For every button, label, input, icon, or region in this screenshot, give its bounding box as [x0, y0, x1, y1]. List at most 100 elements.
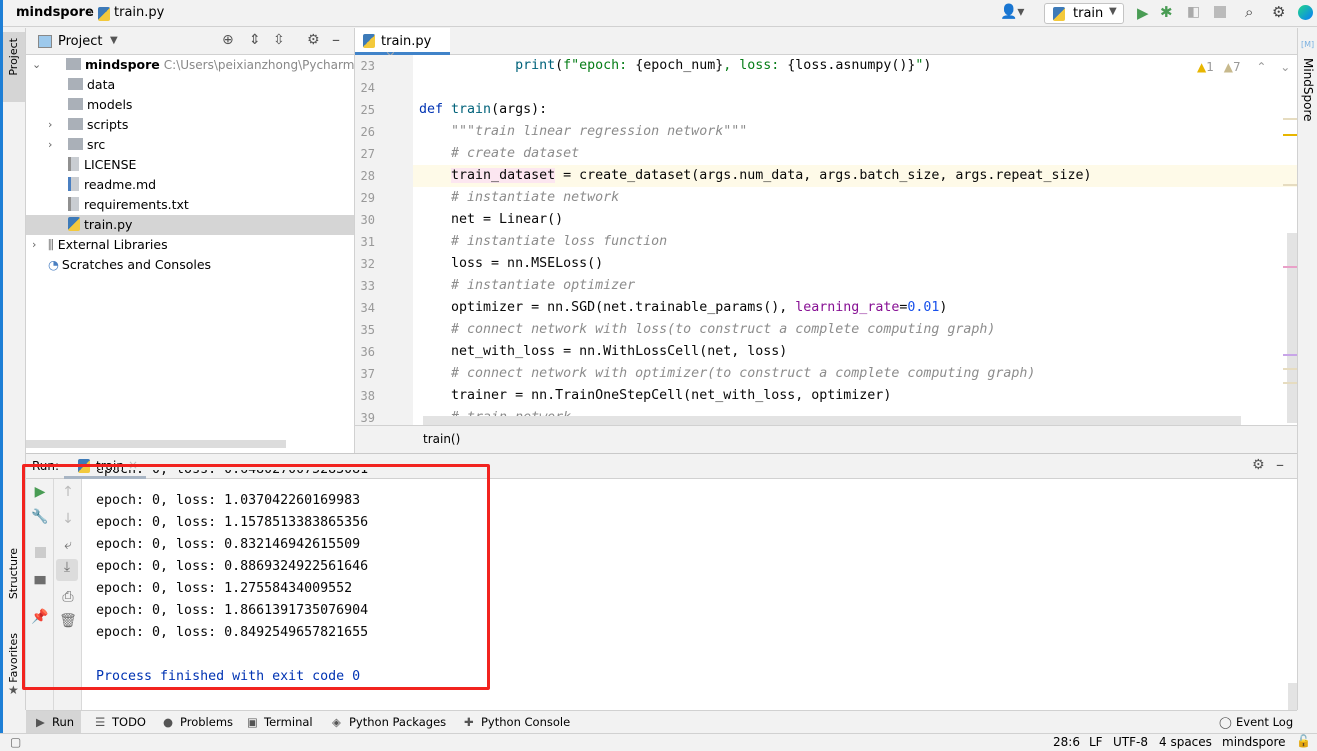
stop-icon[interactable] [35, 547, 46, 558]
chevron-down-icon[interactable]: ⌄ [32, 55, 41, 75]
tab-label: Event Log [1236, 715, 1294, 729]
trash-icon[interactable]: 🗑 [58, 613, 78, 629]
code-line[interactable]: loss = nn.MSELoss() [419, 253, 1289, 275]
chevron-down-icon[interactable]: ▼ [110, 35, 118, 46]
tree-scratches[interactable]: ◔ Scratches and Consoles [26, 255, 354, 275]
arrow-down-icon[interactable]: ↓ [58, 511, 78, 527]
jetbrains-logo-icon[interactable] [1298, 5, 1313, 20]
tab-train-py[interactable]: train.py × [355, 28, 450, 64]
project-tab-label: Project [7, 38, 20, 76]
code-line[interactable] [419, 77, 1289, 99]
python-file-icon [98, 7, 110, 21]
chevron-down-icon[interactable]: ⌄ [1280, 60, 1290, 74]
tab-python-packages[interactable]: ◈ Python Packages [329, 711, 446, 733]
tab-python-console[interactable]: ✚ Python Console [461, 711, 570, 733]
code-line[interactable]: # connect network with loss(to construct… [419, 319, 1289, 341]
horizontal-scrollbar[interactable] [423, 416, 1241, 425]
code-line[interactable]: def train(args): [419, 99, 1289, 121]
lock-open-icon[interactable]: 🔓 [1296, 734, 1311, 748]
caret-position[interactable]: 28:6 [1053, 735, 1080, 749]
favorites-tool-tab[interactable]: Favorites [7, 633, 20, 683]
pin-icon[interactable]: 📌 [30, 609, 50, 625]
line-separator[interactable]: LF [1089, 735, 1103, 749]
event-log-button[interactable]: ◯ Event Log [1216, 711, 1293, 733]
tree-item-license[interactable]: LICENSE [26, 155, 354, 175]
project-view-select[interactable]: Project [58, 34, 102, 49]
chevron-right-icon[interactable]: › [48, 135, 52, 155]
code-line[interactable]: # connect network with optimizer(to cons… [419, 363, 1289, 385]
rerun-icon[interactable]: ▶ [30, 484, 50, 500]
tab-problems[interactable]: ● Problems [160, 711, 233, 733]
tree-item-scripts[interactable]: › scripts [26, 115, 354, 135]
stop-icon[interactable] [1214, 6, 1226, 18]
code-line[interactable]: print(f"epoch: {epoch_num}, loss: {loss.… [419, 55, 1289, 77]
search-icon[interactable]: ⌕ [1245, 3, 1253, 21]
collapse-all-icon[interactable]: ⇳ [273, 32, 285, 48]
warning-marker[interactable] [1283, 134, 1297, 136]
coverage-icon[interactable]: ◧ [1187, 4, 1200, 20]
print-icon[interactable]: ⎙ [58, 589, 78, 605]
layout-icon[interactable]: ▀ [30, 577, 50, 593]
inspection-widget[interactable]: ▲1 ▲7 ⌃ ⌄ [1197, 60, 1290, 74]
run-config-select[interactable]: train ▼ [1044, 3, 1124, 24]
soft-wrap-icon[interactable]: ⤶ [58, 537, 78, 553]
chevron-up-icon[interactable]: ⌃ [1256, 60, 1266, 74]
code-line[interactable]: # instantiate network [419, 187, 1289, 209]
run-icon[interactable]: ▶ [1137, 4, 1149, 22]
hide-panel-icon[interactable]: – [1276, 455, 1284, 474]
code-line[interactable]: optimizer = nn.SGD(net.trainable_params(… [419, 297, 1289, 319]
debug-icon[interactable]: ✱ [1160, 3, 1173, 21]
horizontal-scrollbar[interactable] [26, 440, 286, 448]
tree-item-src[interactable]: › src [26, 135, 354, 155]
vertical-scrollbar[interactable] [1287, 233, 1297, 423]
console-line: epoch: 0, loss: 0.832146942615509 [96, 537, 361, 552]
vertical-scrollbar[interactable] [1288, 683, 1297, 711]
code-line[interactable]: trainer = nn.TrainOneStepCell(net_with_l… [419, 385, 1289, 407]
tree-item-data[interactable]: data [26, 75, 354, 95]
mindspore-tool-tab[interactable]: MindSpore [1301, 58, 1315, 122]
gear-icon[interactable]: ⚙ [307, 32, 320, 48]
chevron-right-icon[interactable]: › [32, 235, 36, 255]
tree-item-requirements[interactable]: requirements.txt [26, 195, 354, 215]
tree-item-train-py[interactable]: train.py [26, 215, 354, 235]
tree-root[interactable]: ⌄ mindspore C:\Users\peixianzhong\Pychar… [26, 55, 354, 75]
tab-run[interactable]: ▶ Run [26, 711, 81, 733]
code-line[interactable]: """train linear regression network""" [419, 121, 1289, 143]
hide-panel-icon[interactable]: – [332, 30, 340, 49]
locate-icon[interactable]: ⊕ [222, 32, 234, 48]
code-line[interactable]: # instantiate optimizer [419, 275, 1289, 297]
project-tool-tab[interactable]: Project [3, 32, 25, 102]
gear-icon[interactable]: ⚙ [1272, 3, 1285, 21]
user-icon[interactable]: 👤▾ [1000, 4, 1024, 20]
wrench-icon[interactable]: 🔧 [30, 509, 50, 525]
tab-terminal[interactable]: ▣ Terminal [244, 711, 313, 733]
python-interpreter[interactable]: mindspore [1222, 735, 1286, 749]
breadcrumb-function[interactable]: train() [423, 432, 460, 446]
line-number: 24 [360, 81, 375, 95]
code-token: # connect network with loss(to construct… [419, 322, 996, 337]
scroll-to-end-icon[interactable]: ⤓ [56, 559, 78, 581]
tab-todo[interactable]: ☰ TODO [92, 711, 146, 733]
arrow-up-icon[interactable]: ↑ [58, 484, 78, 500]
code-line[interactable]: # instantiate loss function [419, 231, 1289, 253]
tree-item-label: Scratches and Consoles [61, 257, 212, 272]
tree-external-libraries[interactable]: › ⫼ External Libraries [26, 235, 354, 255]
code-line[interactable]: net = Linear() [419, 209, 1289, 231]
code-line[interactable]: # create dataset [419, 143, 1289, 165]
tree-item-label: requirements.txt [84, 197, 189, 212]
tree-item-readme[interactable]: readme.md [26, 175, 354, 195]
gear-icon[interactable]: ⚙ [1252, 457, 1265, 473]
code-line[interactable]: train_dataset = create_dataset(args.num_… [413, 165, 1297, 187]
tree-item-models[interactable]: models [26, 95, 354, 115]
breadcrumb-project[interactable]: mindspore [16, 5, 94, 20]
structure-tool-tab[interactable]: Structure [7, 548, 20, 599]
expand-all-icon[interactable]: ⇕ [249, 32, 261, 48]
code-line[interactable]: net_with_loss = nn.WithLossCell(net, los… [419, 341, 1289, 363]
console-line: Process finished with exit code 0 [96, 669, 361, 684]
breadcrumb-file[interactable]: train.py [114, 5, 164, 20]
indent-setting[interactable]: 4 spaces [1159, 735, 1212, 749]
file-encoding[interactable]: UTF-8 [1113, 735, 1148, 749]
chevron-right-icon[interactable]: › [48, 115, 52, 135]
toggle-tool-windows-icon[interactable]: ▢ [10, 735, 21, 749]
